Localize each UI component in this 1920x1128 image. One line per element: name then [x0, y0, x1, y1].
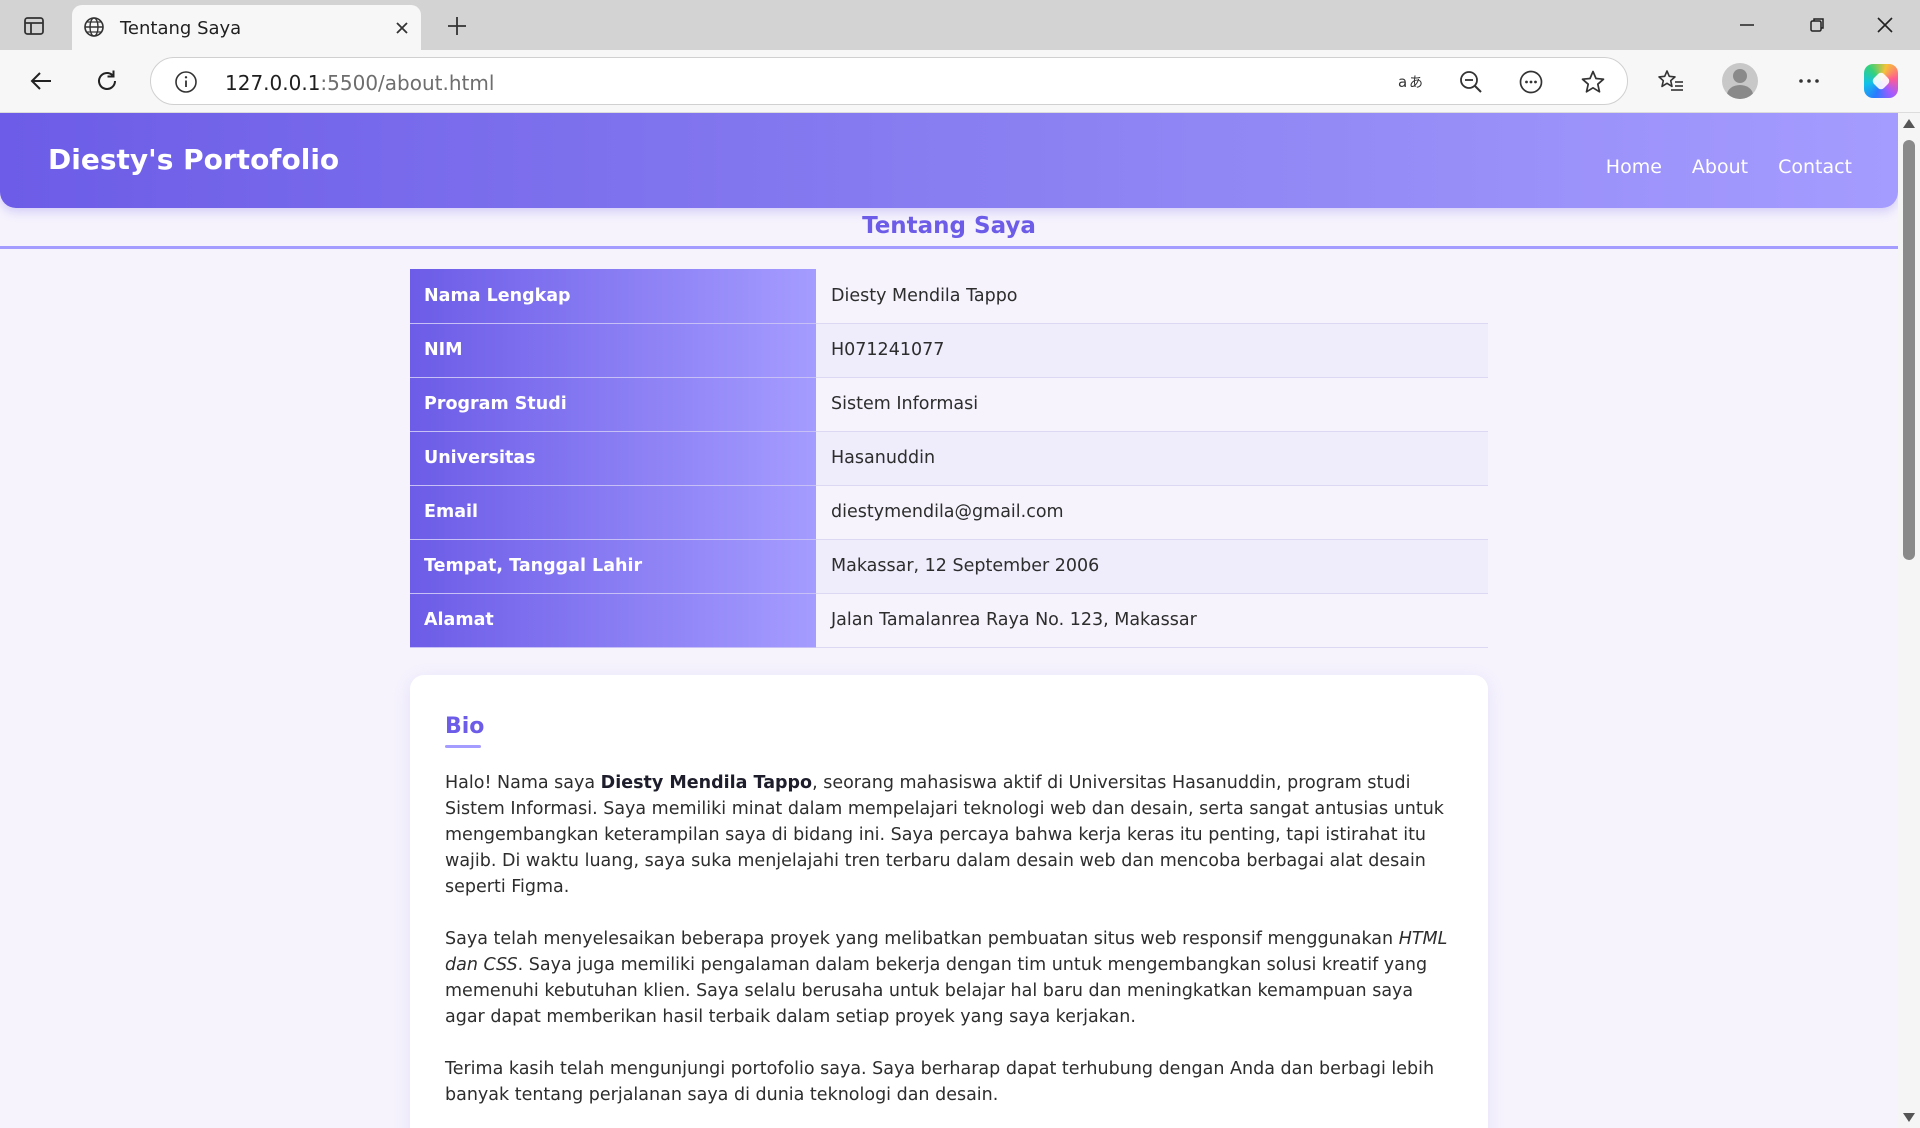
bio-paragraph-3: Terima kasih telah mengunjungi portofoli… [445, 1059, 1435, 1105]
bio-heading-underline [445, 745, 481, 748]
row-label: Program Studi [410, 377, 816, 432]
browser-toolbar: 127.0.0.1:5500/about.html aあ [0, 50, 1920, 113]
scroll-down-arrow-icon[interactable] [1903, 1113, 1915, 1122]
zoom-out-icon[interactable] [1457, 68, 1485, 96]
table-row: Nama Lengkap Diesty Mendila Tappo [410, 269, 1488, 324]
vertical-scrollbar[interactable] [1898, 113, 1920, 1128]
bio-p2-text-start: Saya telah menyelesaikan beberapa proyek… [445, 929, 1399, 949]
back-arrow-icon[interactable] [24, 64, 58, 98]
page-viewport: Diesty's Portofolio Home About Contact T… [0, 113, 1898, 1128]
copilot-icon[interactable] [1864, 64, 1898, 98]
url-path: :5500/about.html [320, 71, 495, 95]
close-icon[interactable] [390, 16, 414, 40]
tab-bar: Tentang Saya [0, 0, 1920, 50]
bio-paragraph-2: Saya telah menyelesaikan beberapa proyek… [445, 926, 1455, 1030]
row-value: H071241077 [816, 323, 1488, 378]
bio-heading: Bio [445, 714, 485, 739]
table-row: Alamat Jalan Tamalanrea Raya No. 123, Ma… [410, 593, 1488, 648]
url-text[interactable]: 127.0.0.1:5500/about.html [225, 71, 494, 95]
scroll-up-arrow-icon[interactable] [1903, 119, 1915, 128]
row-label: Nama Lengkap [410, 269, 816, 324]
row-label: NIM [410, 323, 816, 378]
read-aloud-icon[interactable]: aあ [1397, 68, 1425, 96]
table-row: Email diestymendila@gmail.com [410, 485, 1488, 540]
url-host: 127.0.0.1 [225, 71, 321, 95]
site-nav: Home About Contact [1606, 156, 1852, 178]
nav-home-link[interactable]: Home [1606, 156, 1662, 178]
bio-text: Halo! Nama saya Diesty Mendila Tappo, se… [445, 770, 1455, 1128]
row-label: Universitas [410, 431, 816, 486]
star-icon[interactable] [1579, 68, 1607, 96]
row-value: diestymendila@gmail.com [816, 485, 1488, 540]
globe-icon [82, 15, 106, 39]
title-divider [0, 246, 1898, 249]
profile-info-table: Nama Lengkap Diesty Mendila Tappo NIM H0… [410, 269, 1488, 648]
svg-text:a: a [1398, 73, 1407, 91]
site-header: Diesty's Portofolio Home About Contact [0, 113, 1898, 208]
address-bar[interactable]: 127.0.0.1:5500/about.html aあ [150, 57, 1628, 105]
bio-p2-text-end: . Saya juga memiliki pengalaman dalam be… [445, 955, 1428, 1027]
row-value: Sistem Informasi [816, 377, 1488, 432]
table-row: NIM H071241077 [410, 323, 1488, 378]
row-value: Hasanuddin [816, 431, 1488, 486]
bio-card: Bio Halo! Nama saya Diesty Mendila Tappo… [410, 675, 1488, 1128]
restore-icon[interactable] [1802, 10, 1832, 40]
window-close-icon[interactable] [1870, 10, 1900, 40]
avatar-icon[interactable] [1722, 63, 1758, 99]
active-tab[interactable]: Tentang Saya [72, 5, 421, 50]
reload-icon[interactable] [90, 64, 124, 98]
bio-name-bold: Diesty Mendila Tappo [600, 773, 813, 793]
table-row: Program Studi Sistem Informasi [410, 377, 1488, 432]
ellipsis-circle-icon[interactable] [1517, 68, 1545, 96]
tab-actions-icon[interactable] [20, 12, 48, 40]
row-label: Email [410, 485, 816, 540]
row-label: Alamat [410, 593, 816, 648]
scroll-thumb[interactable] [1903, 140, 1915, 560]
row-label: Tempat, Tanggal Lahir [410, 539, 816, 594]
tab-title: Tentang Saya [120, 18, 242, 39]
minimize-icon[interactable] [1732, 10, 1762, 40]
nav-about-link[interactable]: About [1692, 156, 1748, 178]
table-row: Universitas Hasanuddin [410, 431, 1488, 486]
ellipsis-icon[interactable] [1792, 64, 1826, 98]
svg-text:あ: あ [1409, 75, 1423, 91]
favorites-icon[interactable] [1654, 64, 1688, 98]
site-brand[interactable]: Diesty's Portofolio [48, 143, 339, 176]
bio-p1-text-start: Halo! Nama saya [445, 773, 601, 793]
table-row: Tempat, Tanggal Lahir Makassar, 12 Septe… [410, 539, 1488, 594]
page-title: Tentang Saya [862, 213, 1036, 239]
bio-paragraph-1: Halo! Nama saya Diesty Mendila Tappo, se… [445, 770, 1455, 900]
row-value: Diesty Mendila Tappo [816, 269, 1488, 324]
info-icon[interactable] [173, 69, 199, 95]
row-value: Jalan Tamalanrea Raya No. 123, Makassar [816, 593, 1488, 648]
plus-icon[interactable] [442, 11, 472, 41]
nav-contact-link[interactable]: Contact [1778, 156, 1852, 178]
row-value: Makassar, 12 September 2006 [816, 539, 1488, 594]
